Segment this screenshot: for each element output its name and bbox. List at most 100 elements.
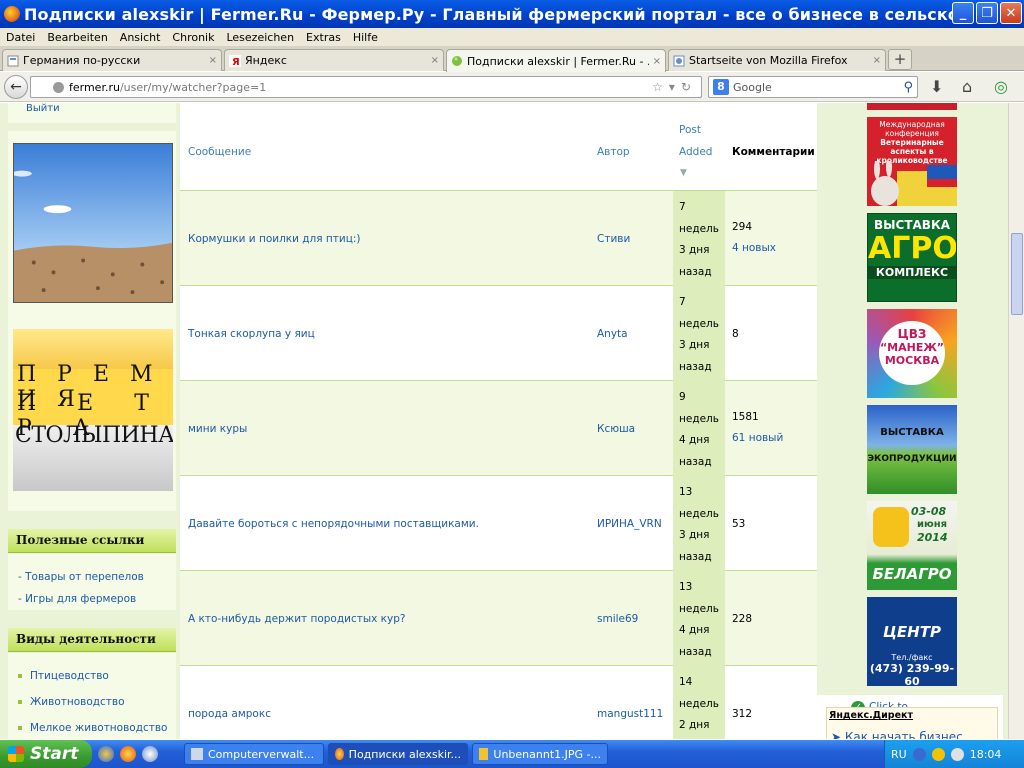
tab-subscriptions[interactable]: Подписки alexskir | Fermer.Ru - ... ×	[446, 49, 666, 72]
comment-count: 53	[732, 518, 746, 530]
navigation-bar: ← fermer.ru/user/my/watcher?page=1 ☆▾↻ 8…	[0, 72, 1024, 102]
sort-desc-icon: ▼	[680, 168, 687, 178]
home-icon[interactable]: ⌂	[962, 77, 972, 96]
close-tab-icon[interactable]: ×	[653, 56, 661, 67]
comment-count: 8	[732, 328, 739, 340]
table-row: мини куры Ксюша 9 недель 4 дня назад 1581 6…	[180, 381, 817, 476]
firefox-icon	[335, 748, 344, 760]
menu-chronik[interactable]: Chronik	[172, 31, 214, 44]
table-row: А кто-нибудь держит породистых кур? smil…	[180, 571, 817, 666]
activity-link[interactable]: Мелкое животноводство	[30, 722, 167, 734]
window-titlebar: Подписки alexskir | Fermer.Ru - Фермер.Р…	[0, 0, 1024, 28]
topic-link[interactable]: порода амрокс	[188, 708, 271, 720]
topic-link[interactable]: А кто-нибудь держит породистых кур?	[188, 613, 405, 625]
author-link[interactable]: mangust111	[597, 708, 663, 720]
search-box[interactable]: 8 Google ⚲	[708, 76, 918, 98]
topic-link[interactable]: мини куры	[188, 423, 247, 435]
vertical-scrollbar[interactable]	[1008, 103, 1024, 739]
quicklaunch-mediaplayer-icon[interactable]	[142, 746, 158, 762]
back-button[interactable]: ←	[4, 75, 28, 99]
landscape-image[interactable]	[13, 143, 173, 303]
menu-lesezeichen[interactable]: Lesezeichen	[226, 31, 294, 44]
new-comments-link[interactable]: 61 новый	[732, 432, 783, 444]
scrollbar-thumb[interactable]	[1011, 233, 1023, 315]
tab-yandex[interactable]: Я Яндекс ×	[224, 49, 444, 71]
banner-eco-products[interactable]: ВЫСТАВКА ЭКОПРОДУКЦИИ	[867, 405, 957, 494]
useful-link[interactable]: - Игры для фермеров	[18, 593, 136, 605]
table-header: Сообщение Автор Post Added ▼ Комментарии	[180, 103, 817, 191]
header-added[interactable]: Added	[679, 146, 712, 158]
author-link[interactable]: Ксюша	[597, 423, 635, 435]
topic-link[interactable]: Кормушки и поилки для птиц:)	[188, 233, 361, 245]
activity-link[interactable]: Животноводство	[30, 696, 125, 708]
useful-links-heading: Полезные ссылки	[8, 529, 176, 553]
author-link[interactable]: smile69	[597, 613, 638, 625]
language-indicator[interactable]: RU	[891, 748, 907, 761]
globe-icon	[53, 81, 64, 93]
banner-agro-complex[interactable]: ВЫСТАВКА АГРО КОМПЛЕКС	[867, 213, 957, 302]
header-comments[interactable]: Комментарии	[732, 146, 815, 158]
header-post[interactable]: Post	[679, 124, 701, 136]
close-tab-icon[interactable]: ×	[209, 55, 217, 66]
banner-belagro[interactable]: 03-08 июня 2014 БЕЛАГРО	[867, 501, 957, 590]
web-page: Выйти П Р Е М И Я П Е Т Р А СТОЛЫПИНА По…	[0, 103, 1008, 739]
added-cell: 7 недель 3 дня назад	[673, 191, 725, 286]
url-bar[interactable]: fermer.ru/user/my/watcher?page=1 ☆▾↻	[30, 76, 702, 98]
task-computerverwaltung[interactable]: Computerverwalt...	[184, 743, 324, 765]
task-paint[interactable]: Unbenannt1.JPG -...	[472, 743, 608, 765]
quicklaunch-ie-icon[interactable]	[98, 746, 114, 762]
url-path: /user/my/watcher?page=1	[119, 80, 267, 94]
quicklaunch-firefox-icon[interactable]	[120, 746, 136, 762]
window-title: Подписки alexskir | Fermer.Ru - Фермер.Р…	[24, 4, 964, 24]
download-icon[interactable]: ⬇	[930, 77, 943, 96]
activity-link[interactable]: Птицеводство	[30, 670, 109, 682]
taskbar: Start Computerverwalt... Подписки alexsk…	[0, 740, 1024, 768]
menu-extras[interactable]: Extras	[306, 31, 341, 44]
page-icon	[673, 55, 685, 66]
close-tab-icon[interactable]: ×	[431, 55, 439, 66]
banner-rabbit-conference[interactable]: Международная конференция Ветеринарные асп…	[867, 117, 957, 206]
banner-center[interactable]: ЦЕНТР Тел./факс (473) 239-99-60	[867, 597, 957, 686]
author-link[interactable]: ИРИНА_VRN	[597, 518, 662, 530]
new-tab-button[interactable]: +	[888, 49, 912, 70]
menu-bearbeiten[interactable]: Bearbeiten	[47, 31, 107, 44]
header-message[interactable]: Сообщение	[188, 146, 251, 158]
start-button[interactable]: Start	[0, 740, 92, 768]
banner-manezh[interactable]: ЦВЗ “МАНЕЖ” МОСКВА	[867, 309, 957, 398]
tab-germania[interactable]: Германия по-русски ×	[2, 49, 222, 71]
author-link[interactable]: Стиви	[597, 233, 630, 245]
search-icon[interactable]: ⚲	[903, 80, 913, 95]
menu-hilfe[interactable]: Hilfe	[353, 31, 378, 44]
fermer-icon	[452, 56, 462, 66]
task-firefox[interactable]: Подписки alexskir...	[328, 743, 468, 765]
addon-icon[interactable]: ◎	[994, 77, 1008, 96]
topic-link[interactable]: Тонкая скорлупа у яиц	[188, 328, 315, 340]
close-tab-icon[interactable]: ×	[873, 55, 881, 66]
tray-security-icon[interactable]	[931, 747, 945, 761]
bookmark-star-icon[interactable]: ☆▾↻	[652, 80, 697, 94]
close-button[interactable]: ✕	[1000, 2, 1022, 24]
yandex-direct-title[interactable]: Яндекс.Директ	[829, 710, 913, 721]
comment-count: 294	[732, 221, 753, 233]
logout-link[interactable]: Выйти	[26, 103, 60, 114]
useful-links-box: - Товары от перепелов - Игры для фермеро…	[8, 554, 176, 610]
clock[interactable]: 18:04	[970, 748, 1002, 761]
header-author[interactable]: Автор	[597, 146, 630, 158]
menu-ansicht[interactable]: Ansicht	[120, 31, 161, 44]
svg-text:Я: Я	[232, 57, 240, 67]
useful-link[interactable]: - Товары от перепелов	[18, 571, 144, 583]
yandex-direct-ad[interactable]: ➤ Как начать бизнес	[831, 730, 963, 739]
table-row: порода амрокс mangust111 14 недель 2 дня 3…	[180, 666, 817, 739]
maximize-button[interactable]: ❐	[976, 2, 998, 24]
new-comments-link[interactable]: 4 новых	[732, 242, 776, 254]
stolypin-award-banner[interactable]: П Р Е М И Я П Е Т Р А СТОЛЫПИНА	[13, 329, 173, 491]
paint-icon	[479, 748, 489, 760]
table-row: Кормушки и поилки для птиц:) Стиви 7 неде…	[180, 191, 817, 286]
tray-volume-icon[interactable]	[950, 747, 964, 761]
tab-firefox-start[interactable]: Startseite von Mozilla Firefox ×	[668, 49, 886, 71]
tray-network-icon[interactable]	[912, 747, 926, 761]
menu-datei[interactable]: Datei	[6, 31, 35, 44]
minimize-button[interactable]: _	[952, 2, 974, 24]
topic-link[interactable]: Давайте бороться с непорядочными поставщ…	[188, 518, 479, 530]
author-link[interactable]: Anyta	[597, 328, 628, 340]
